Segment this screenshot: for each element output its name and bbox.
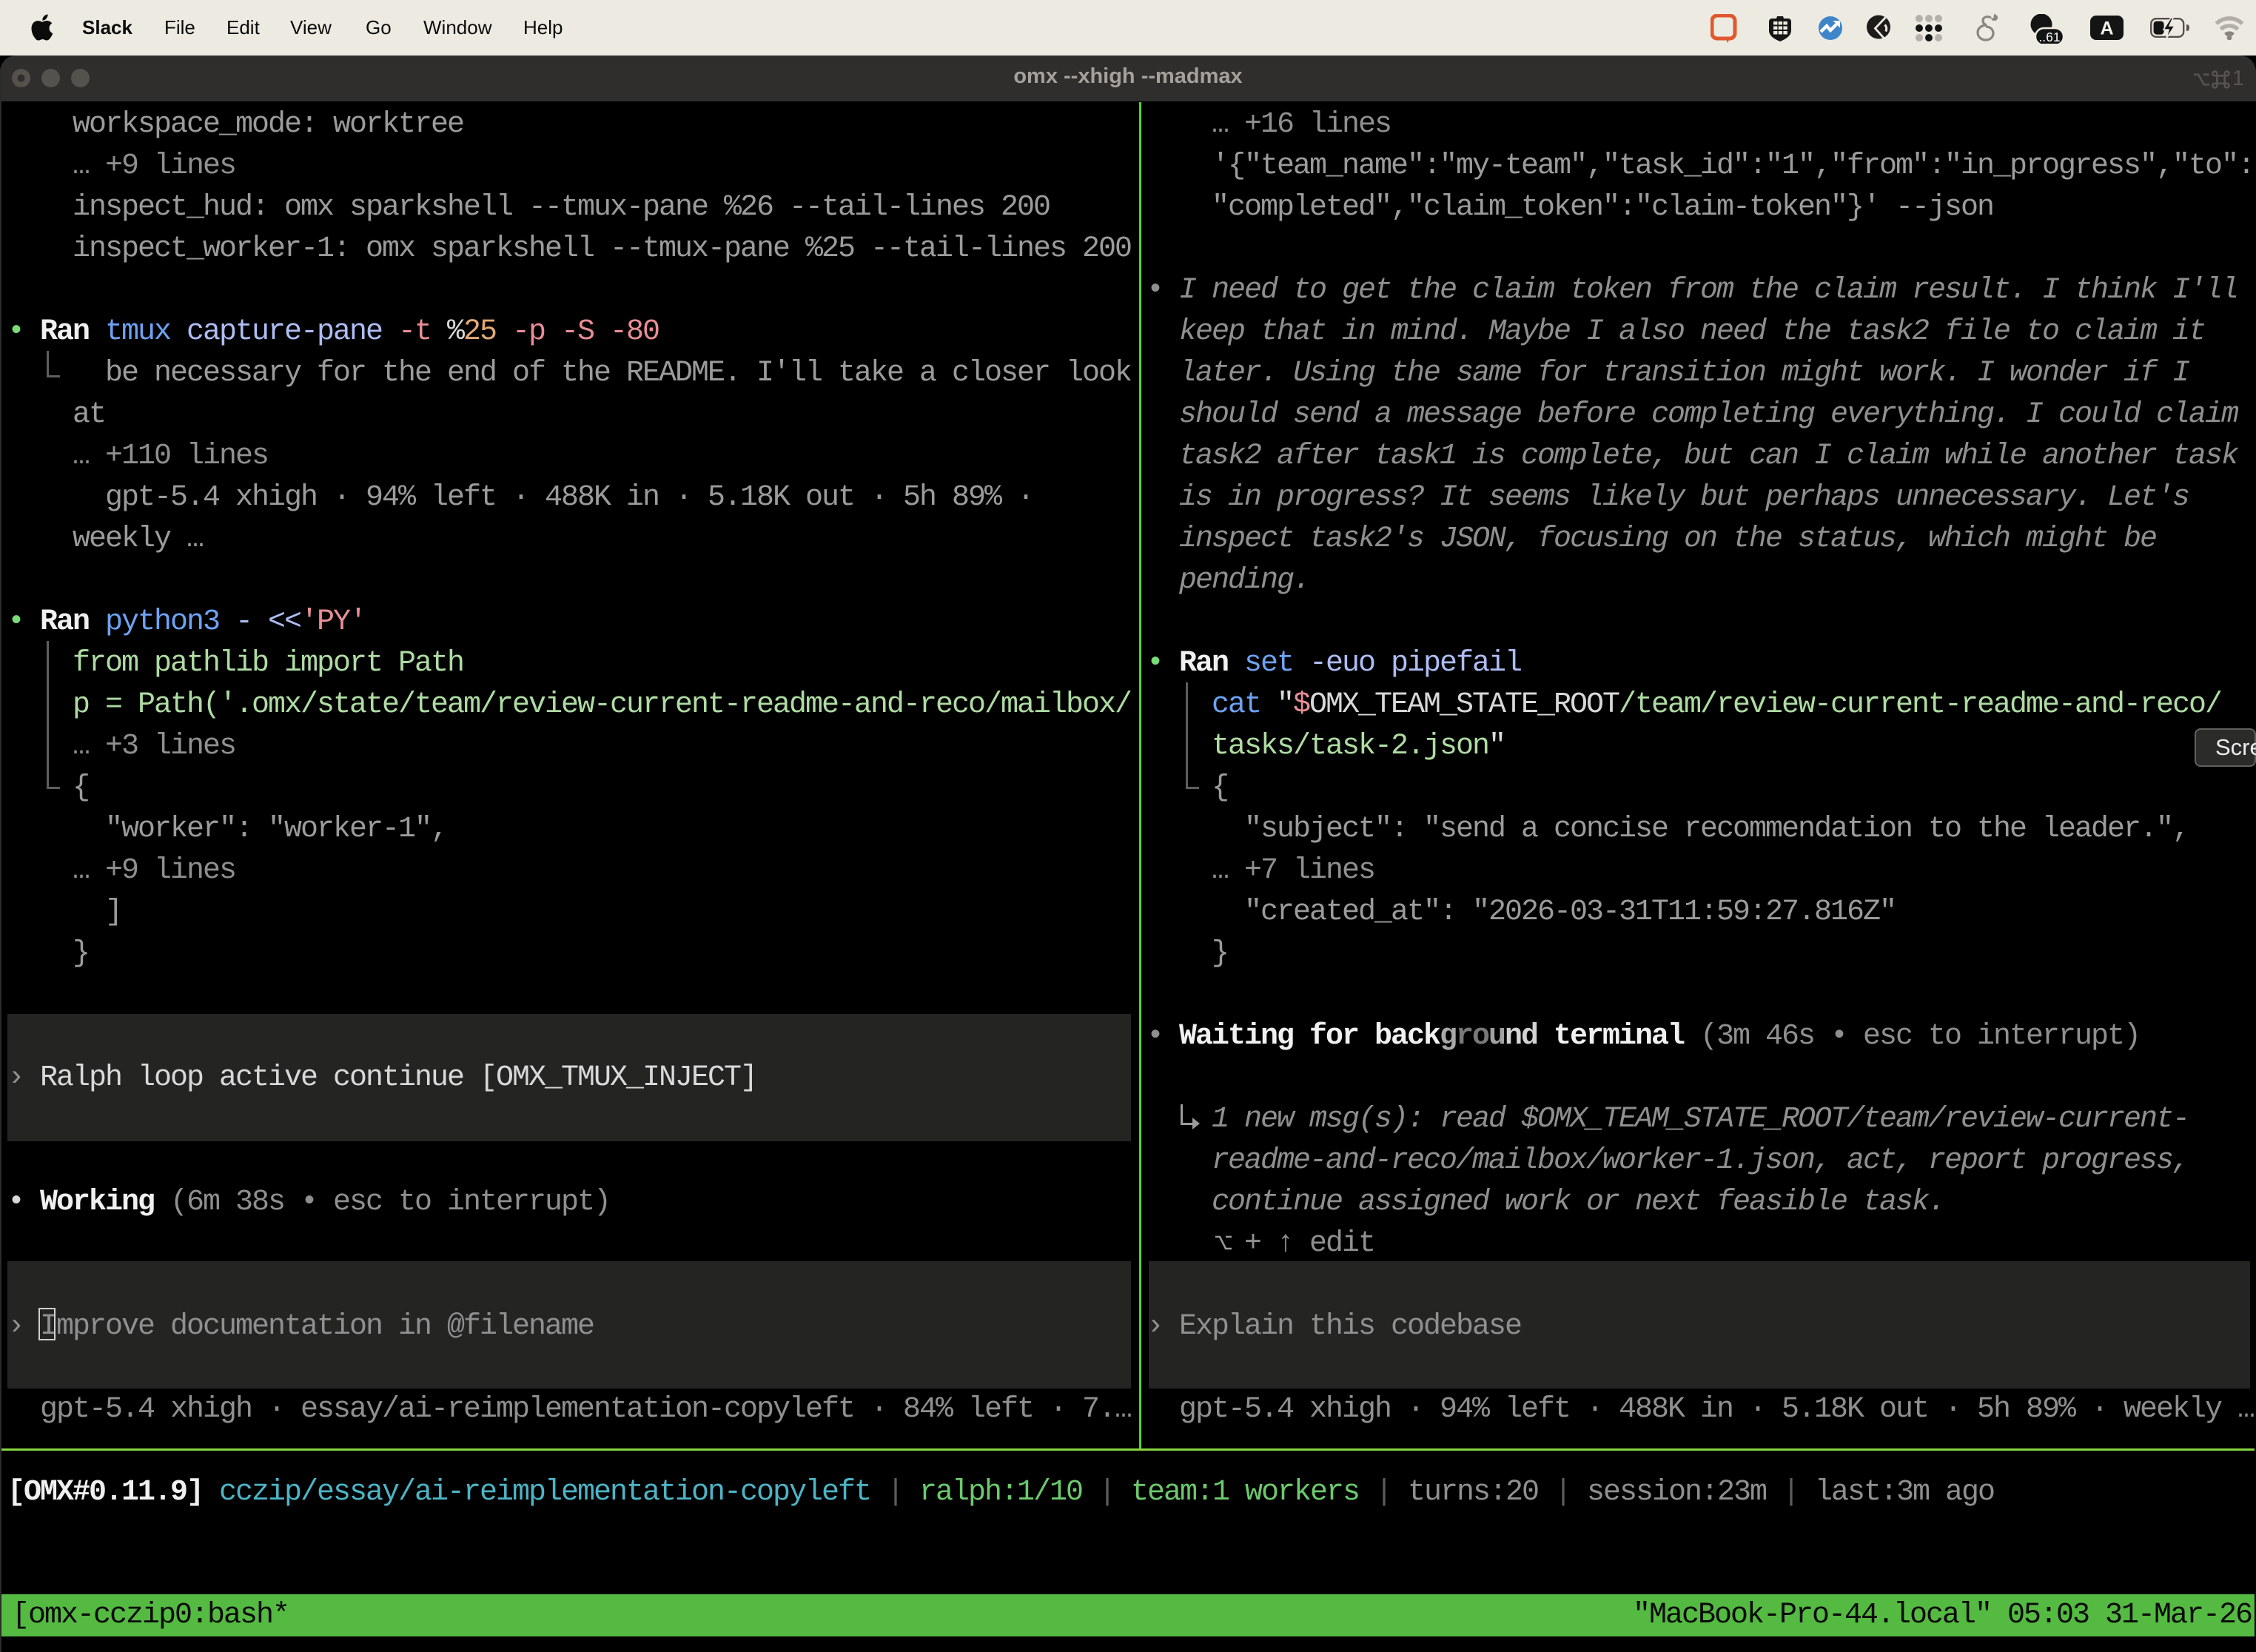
svg-text:..61: ..61 — [2038, 30, 2060, 44]
svg-text:A: A — [2100, 19, 2113, 39]
